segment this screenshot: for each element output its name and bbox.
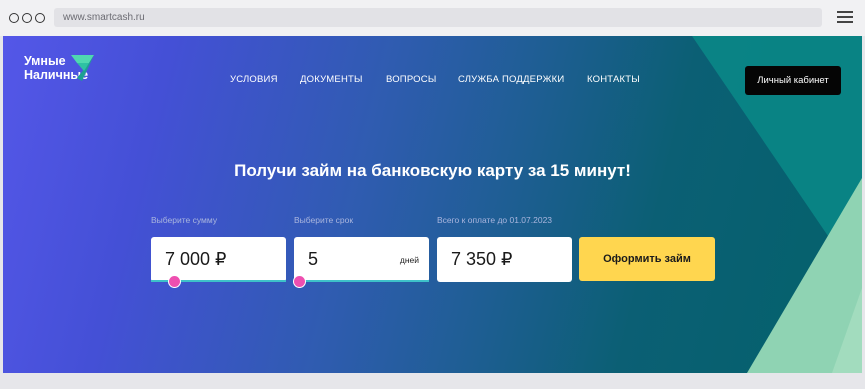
nav-item-documents[interactable]: ДОКУМЕНТЫ: [300, 74, 363, 85]
window-dot-icon[interactable]: [9, 13, 19, 23]
total-value: 7 350 ₽: [451, 249, 513, 269]
term-slider-handle[interactable]: [293, 275, 306, 288]
nav-item-questions[interactable]: ВОПРОСЫ: [386, 74, 436, 85]
term-unit: дней: [399, 255, 419, 265]
term-slider[interactable]: 5 дней: [293, 237, 429, 288]
amount-slider-handle[interactable]: [168, 275, 181, 288]
term-slider-track[interactable]: [294, 280, 429, 282]
nav-item-conditions[interactable]: УСЛОВИЯ: [230, 74, 278, 85]
menu-icon[interactable]: [837, 11, 853, 23]
apply-loan-button[interactable]: Оформить займ: [579, 237, 715, 281]
total-display: 7 350 ₽: [437, 237, 572, 282]
total-label: Всего к оплате до 01.07.2023: [437, 215, 553, 225]
amount-label: Выберите сумму: [151, 215, 218, 225]
nav-item-support[interactable]: СЛУЖБА ПОДДЕРЖКИ: [458, 74, 564, 85]
window-dot-icon[interactable]: [35, 13, 45, 23]
hero-section: Умные Наличные УСЛОВИЯ ДОКУМЕНТЫ ВОПРОСЫ…: [3, 36, 862, 373]
amount-slider[interactable]: 7 000 ₽: [151, 237, 286, 288]
window-controls: [9, 13, 45, 23]
nav-item-contacts[interactable]: КОНТАКТЫ: [587, 74, 640, 85]
term-value: 5: [308, 249, 319, 269]
personal-cabinet-button[interactable]: Личный кабинет: [745, 66, 841, 95]
amount-value: 7 000 ₽: [165, 249, 227, 269]
main-nav: УСЛОВИЯ ДОКУМЕНТЫ ВОПРОСЫ СЛУЖБА ПОДДЕРЖ…: [3, 74, 862, 88]
window-dot-icon[interactable]: [22, 13, 32, 23]
term-label: Выберите срок: [294, 215, 354, 225]
decor-triangle: [832, 288, 862, 373]
browser-toolbar: www.smartcash.ru: [0, 0, 865, 36]
address-bar[interactable]: www.smartcash.ru: [54, 8, 822, 27]
hero-headline: Получи займ на банковскую карту за 15 ми…: [234, 161, 631, 180]
